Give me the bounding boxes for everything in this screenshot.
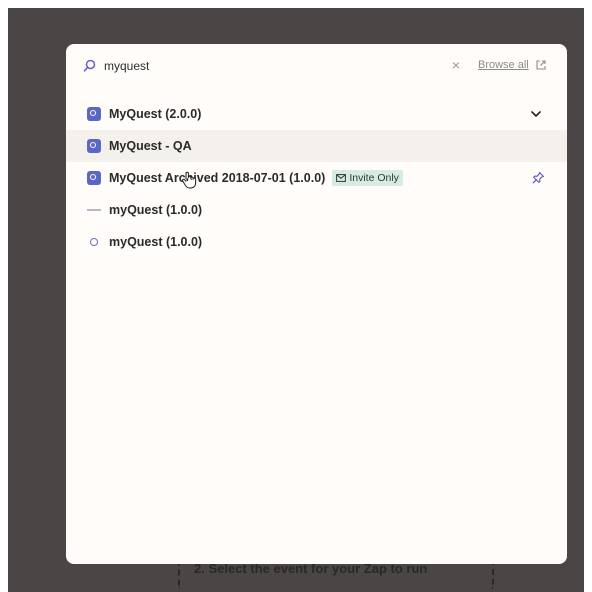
result-label: myQuest (1.0.0) bbox=[109, 203, 203, 217]
result-row-myquest-2[interactable]: MyQuest (2.0.0) bbox=[66, 98, 567, 130]
result-row-myquest-1-b[interactable]: myQuest (1.0.0) bbox=[66, 226, 567, 258]
app-icon bbox=[87, 171, 101, 185]
app-icon bbox=[87, 235, 101, 249]
search-results-list: MyQuest (2.0.0) MyQuest - QA MyQuest Arc… bbox=[66, 98, 567, 258]
external-link-icon[interactable] bbox=[535, 59, 547, 71]
invite-only-badge: Invite Only bbox=[332, 170, 403, 186]
result-label: myQuest (1.0.0) bbox=[109, 235, 203, 249]
app-icon bbox=[87, 107, 101, 121]
browse-all-link[interactable]: Browse all bbox=[478, 59, 529, 71]
result-label: MyQuest Archived 2018-07-01 (1.0.0) bbox=[109, 171, 326, 185]
search-bar: × Browse all bbox=[66, 44, 567, 88]
result-row-myquest-qa[interactable]: MyQuest - QA bbox=[66, 130, 567, 162]
search-input[interactable] bbox=[104, 56, 404, 76]
result-label: MyQuest (2.0.0) bbox=[109, 107, 202, 121]
envelope-icon bbox=[336, 174, 347, 182]
search-icon bbox=[83, 59, 96, 72]
result-row-myquest-1-a[interactable]: myQuest (1.0.0) bbox=[66, 194, 567, 226]
close-icon[interactable]: × bbox=[449, 58, 463, 72]
result-row-myquest-archived[interactable]: MyQuest Archived 2018-07-01 (1.0.0) Invi… bbox=[66, 162, 567, 194]
pin-icon[interactable] bbox=[532, 171, 545, 184]
dash-icon bbox=[87, 209, 101, 211]
app-search-dialog: × Browse all MyQuest (2.0.0) MyQuest - Q… bbox=[66, 44, 567, 564]
chevron-down-icon[interactable] bbox=[530, 109, 542, 119]
badge-label: Invite Only bbox=[349, 172, 399, 184]
app-icon bbox=[87, 139, 101, 153]
result-label: MyQuest - QA bbox=[109, 139, 192, 153]
